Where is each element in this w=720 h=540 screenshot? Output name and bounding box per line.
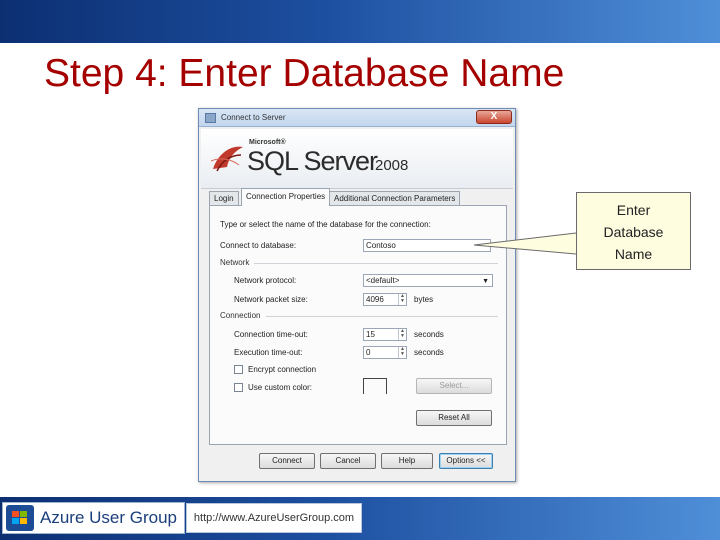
connect-to-database-input[interactable]: Contoso xyxy=(363,239,491,252)
spinner-arrows-icon[interactable]: ▲ ▼ xyxy=(398,329,406,340)
spinner-arrows-icon[interactable]: ▲ ▼ xyxy=(398,347,406,358)
packet-size-value: 4096 xyxy=(366,295,384,304)
spinner-arrows-icon[interactable]: ▲ ▼ xyxy=(398,294,406,305)
select-color-button[interactable]: Select... xyxy=(416,378,492,394)
execution-timeout-value: 0 xyxy=(366,348,371,357)
connection-timeout-stepper[interactable]: 15 ▲ ▼ xyxy=(363,328,407,341)
server-icon xyxy=(205,113,216,123)
connect-to-server-dialog: Connect to Server X Microsoft® SQL Serve… xyxy=(198,108,516,482)
callout-box: Enter Database Name xyxy=(576,192,691,270)
network-protocol-value: <default> xyxy=(366,276,400,285)
options-button[interactable]: Options << xyxy=(439,453,493,469)
tab-connection-properties[interactable]: Connection Properties xyxy=(241,188,331,206)
connection-timeout-value: 15 xyxy=(366,330,375,339)
network-group-label: Network xyxy=(220,258,250,267)
callout-line-3: Name xyxy=(614,246,653,262)
sql-server-banner: Microsoft® SQL Server 2008 xyxy=(201,129,513,189)
use-custom-color-checkbox[interactable] xyxy=(234,383,243,392)
execution-timeout-stepper[interactable]: 0 ▲ ▼ xyxy=(363,346,407,359)
cancel-button[interactable]: Cancel xyxy=(320,453,376,469)
dialog-title: Connect to Server xyxy=(221,113,286,122)
connection-timeout-label: Connection time-out: xyxy=(234,330,308,339)
windows-flag-icon xyxy=(6,505,34,531)
callout-line-1: Enter xyxy=(616,202,651,218)
help-button[interactable]: Help xyxy=(381,453,433,469)
connection-timeout-unit: seconds xyxy=(414,330,444,339)
footer-brand: Azure User Group xyxy=(40,508,177,527)
instruction-text: Type or select the name of the database … xyxy=(220,220,431,229)
network-protocol-select[interactable]: <default> ▼ xyxy=(363,274,493,287)
tab-additional-connection-parameters[interactable]: Additional Connection Parameters xyxy=(329,191,461,205)
network-group-divider xyxy=(254,263,498,264)
packet-size-stepper[interactable]: 4096 ▲ ▼ xyxy=(363,293,407,306)
custom-color-swatch[interactable] xyxy=(363,378,387,394)
packet-size-unit: bytes xyxy=(414,295,434,304)
connection-group-label: Connection xyxy=(220,311,261,320)
connection-properties-panel: Type or select the name of the database … xyxy=(209,205,507,445)
slide-title: Step 4: Enter Database Name xyxy=(44,52,565,95)
connect-button[interactable]: Connect xyxy=(259,453,315,469)
use-custom-color-label: Use custom color: xyxy=(248,383,313,392)
execution-timeout-label: Execution time-out: xyxy=(234,348,303,357)
tab-login[interactable]: Login xyxy=(209,191,239,205)
header-band xyxy=(0,0,720,43)
chevron-down-icon: ▼ xyxy=(482,278,489,285)
dialog-titlebar: Connect to Server X xyxy=(199,109,515,127)
network-packet-size-label: Network packet size: xyxy=(234,295,308,304)
network-protocol-label: Network protocol: xyxy=(234,276,297,285)
callout-line-2: Database xyxy=(603,224,664,240)
connection-group-divider xyxy=(266,316,498,317)
sql-server-logo-icon xyxy=(210,146,243,172)
close-button[interactable]: X xyxy=(476,110,512,124)
footer-url[interactable]: http://www.AzureUserGroup.com xyxy=(186,503,362,533)
product-version: 2008 xyxy=(375,157,409,174)
encrypt-connection-label: Encrypt connection xyxy=(248,365,317,374)
product-name: SQL Server xyxy=(247,146,378,176)
reset-all-button[interactable]: Reset All xyxy=(416,410,492,426)
execution-timeout-unit: seconds xyxy=(414,348,444,357)
encrypt-connection-checkbox[interactable] xyxy=(234,365,243,374)
azure-user-group-logo: Azure User Group xyxy=(2,502,185,534)
connect-to-database-label: Connect to database: xyxy=(220,241,297,250)
microsoft-label: Microsoft® xyxy=(249,139,286,146)
